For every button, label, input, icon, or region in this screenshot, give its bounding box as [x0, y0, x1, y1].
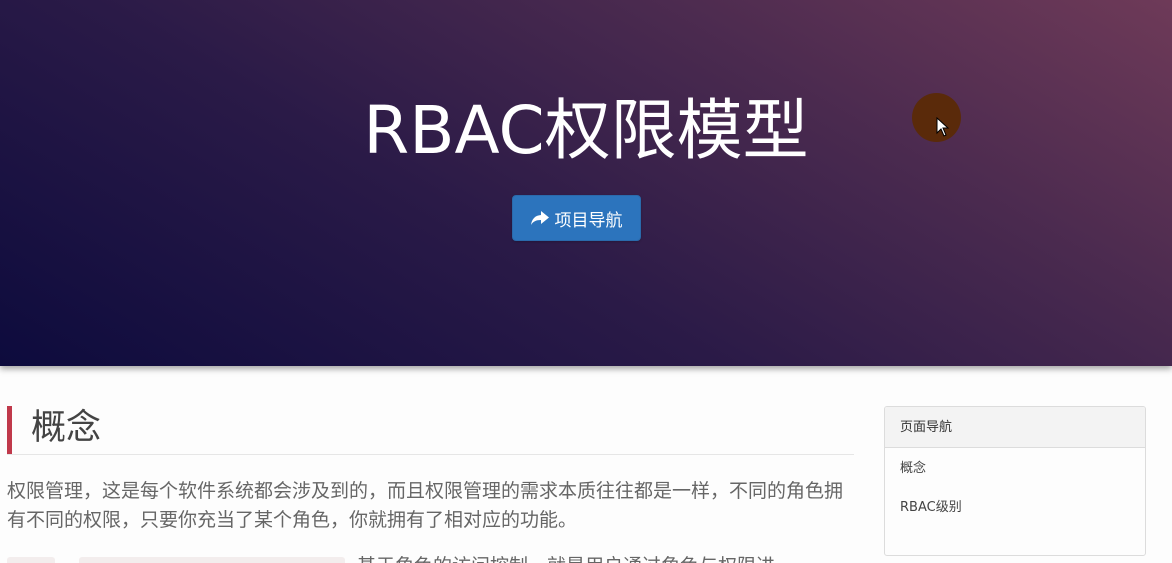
hero-banner: RBAC权限模型 项目导航: [0, 0, 1172, 366]
section-title: 概念: [31, 408, 102, 448]
page-nav-item-concept[interactable]: 概念: [885, 449, 1145, 488]
section-heading-concept: 概念: [7, 406, 854, 455]
project-nav-button-label: 项目导航: [554, 210, 623, 231]
page-title: RBAC权限模型: [363, 92, 809, 169]
mouse-pointer-icon: [936, 116, 950, 141]
section-accent-bar: [7, 406, 12, 454]
share-arrow-icon: [530, 210, 549, 226]
inline-code: [7, 557, 55, 563]
clipped-text: 基于角色的访问控制，就是用户通过角色与权限进: [357, 555, 775, 563]
page-nav-item-rbac-levels[interactable]: RBAC级别: [885, 488, 1145, 527]
clipped-text-line: 基于角色的访问控制，就是用户通过角色与权限进: [7, 555, 854, 563]
inline-code: [79, 557, 345, 563]
page-nav-header: 页面导航: [885, 407, 1145, 448]
intro-paragraph: 权限管理，这是每个软件系统都会涉及到的，而且权限管理的需求本质往往都是一样，不同…: [7, 480, 844, 531]
project-nav-button[interactable]: 项目导航: [512, 195, 641, 241]
page-nav-panel: 页面导航 概念 RBAC级别: [884, 406, 1146, 556]
